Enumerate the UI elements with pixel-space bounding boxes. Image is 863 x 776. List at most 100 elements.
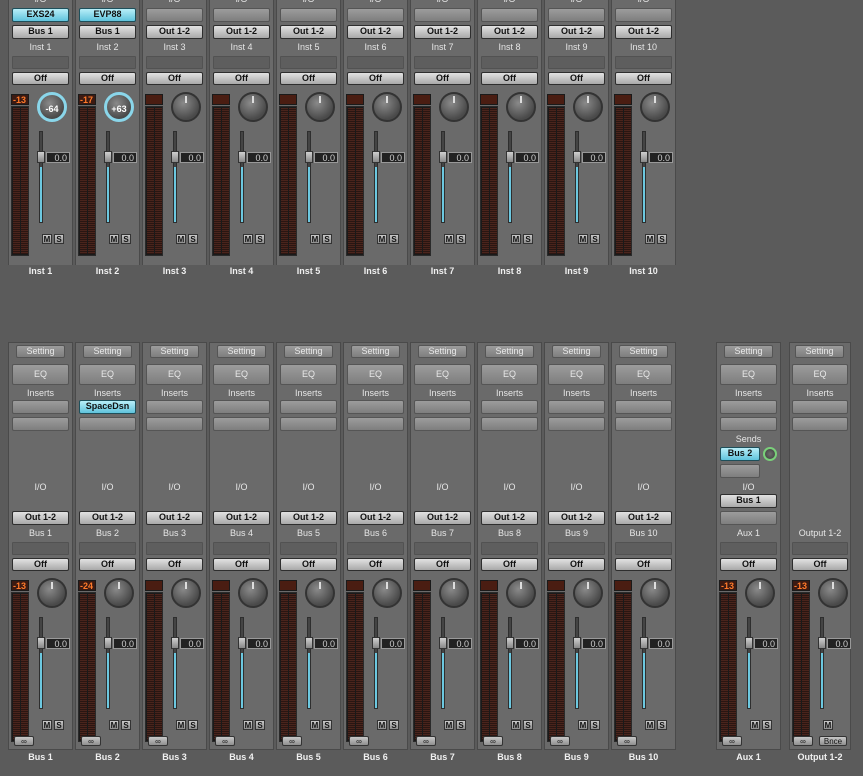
peak-indicator[interactable] [212,94,230,105]
pan-knob[interactable] [238,92,268,122]
mute-button[interactable]: M [511,234,521,244]
automation-slot[interactable] [481,56,538,69]
automation-slot[interactable] [792,542,848,555]
insert-slot-1[interactable] [347,400,404,414]
peak-indicator[interactable]: -17 [78,94,96,105]
automation-mode-button[interactable]: Off [280,558,337,571]
link-icon[interactable]: ∞ [483,736,503,746]
volume-fader-track[interactable] [747,617,751,709]
mute-button[interactable]: M [511,720,521,730]
automation-mode-button[interactable]: Off [146,558,203,571]
volume-value[interactable]: 0.0 [754,638,778,649]
eq-button[interactable]: EQ [414,364,471,385]
pan-knob[interactable] [305,92,335,122]
insert-slot-1[interactable] [720,400,777,414]
volume-value[interactable]: 0.0 [113,638,137,649]
automation-mode-button[interactable]: Off [12,558,69,571]
output-button[interactable]: Out 1-2 [146,511,203,525]
automation-slot[interactable] [615,56,672,69]
volume-value[interactable]: 0.0 [113,152,137,163]
volume-fader-handle[interactable] [439,637,447,649]
link-icon[interactable]: ∞ [215,736,235,746]
volume-fader-track[interactable] [441,131,445,223]
volume-value[interactable]: 0.0 [180,638,204,649]
automation-mode-button[interactable]: Off [79,72,136,85]
link-icon[interactable]: ∞ [349,736,369,746]
volume-value[interactable]: 0.0 [448,638,472,649]
automation-mode-button[interactable]: Off [146,72,203,85]
volume-fader-handle[interactable] [506,151,514,163]
mute-button[interactable]: M [109,234,119,244]
link-icon[interactable]: ∞ [722,736,742,746]
automation-mode-button[interactable]: Off [481,72,538,85]
eq-button[interactable]: EQ [481,364,538,385]
instrument-slot[interactable] [280,8,337,22]
eq-button[interactable]: EQ [792,364,848,385]
volume-fader-track[interactable] [39,131,43,223]
link-icon[interactable]: ∞ [81,736,101,746]
eq-button[interactable]: EQ [720,364,777,385]
link-icon[interactable]: ∞ [550,736,570,746]
output-button[interactable]: Out 1-2 [615,25,672,39]
eq-button[interactable]: EQ [347,364,404,385]
automation-slot[interactable] [720,542,777,555]
automation-mode-button[interactable]: Off [213,558,270,571]
solo-button[interactable]: S [762,720,772,730]
mute-button[interactable]: M [42,234,52,244]
peak-indicator[interactable]: -13 [719,580,737,591]
solo-button[interactable]: S [121,234,131,244]
volume-value[interactable]: 0.0 [381,638,405,649]
insert-slot-1[interactable] [481,400,538,414]
pan-knob[interactable] [238,578,268,608]
volume-value[interactable]: 0.0 [827,638,851,649]
pan-knob[interactable] [640,578,670,608]
solo-button[interactable]: S [657,234,667,244]
peak-indicator[interactable] [279,94,297,105]
output-button[interactable]: Out 1-2 [481,25,538,39]
volume-fader-track[interactable] [240,617,244,709]
pan-knob[interactable] [171,578,201,608]
automation-mode-button[interactable]: Off [12,72,69,85]
volume-fader-handle[interactable] [104,151,112,163]
volume-fader-track[interactable] [374,131,378,223]
peak-indicator[interactable]: -24 [78,580,96,591]
link-icon[interactable]: ∞ [617,736,637,746]
insert-slot-2[interactable] [347,417,404,431]
volume-fader-track[interactable] [508,617,512,709]
solo-button[interactable]: S [590,720,600,730]
setting-button[interactable]: Setting [724,345,773,358]
pan-knob[interactable] [171,92,201,122]
volume-value[interactable]: 0.0 [46,152,70,163]
volume-fader-handle[interactable] [372,151,380,163]
volume-fader-handle[interactable] [372,637,380,649]
peak-indicator[interactable] [614,94,632,105]
automation-mode-button[interactable]: Off [414,72,471,85]
mute-button[interactable]: M [243,720,253,730]
automation-mode-button[interactable]: Off [414,558,471,571]
pan-knob[interactable] [104,578,134,608]
pan-knob[interactable] [506,92,536,122]
instrument-slot[interactable] [213,8,270,22]
automation-mode-button[interactable]: Off [347,72,404,85]
pan-knob[interactable] [439,92,469,122]
volume-fader-handle[interactable] [305,151,313,163]
output-button[interactable]: Out 1-2 [481,511,538,525]
peak-indicator[interactable] [413,94,431,105]
bounce-button[interactable]: Bnce [819,736,847,746]
automation-mode-button[interactable]: Off [347,558,404,571]
pan-knob[interactable] [745,578,775,608]
output-button[interactable]: Out 1-2 [280,511,337,525]
setting-button[interactable]: Setting [351,345,400,358]
instrument-slot[interactable] [548,8,605,22]
peak-indicator[interactable] [480,94,498,105]
output-button[interactable]: Out 1-2 [280,25,337,39]
volume-value[interactable]: 0.0 [515,152,539,163]
peak-indicator[interactable] [614,580,632,591]
setting-button[interactable]: Setting [619,345,668,358]
automation-mode-button[interactable]: Off [615,558,672,571]
automation-slot[interactable] [146,56,203,69]
pan-knob[interactable]: -64 [37,92,67,122]
peak-indicator[interactable] [547,94,565,105]
mute-button[interactable]: M [176,720,186,730]
insert-slot-2[interactable] [280,417,337,431]
